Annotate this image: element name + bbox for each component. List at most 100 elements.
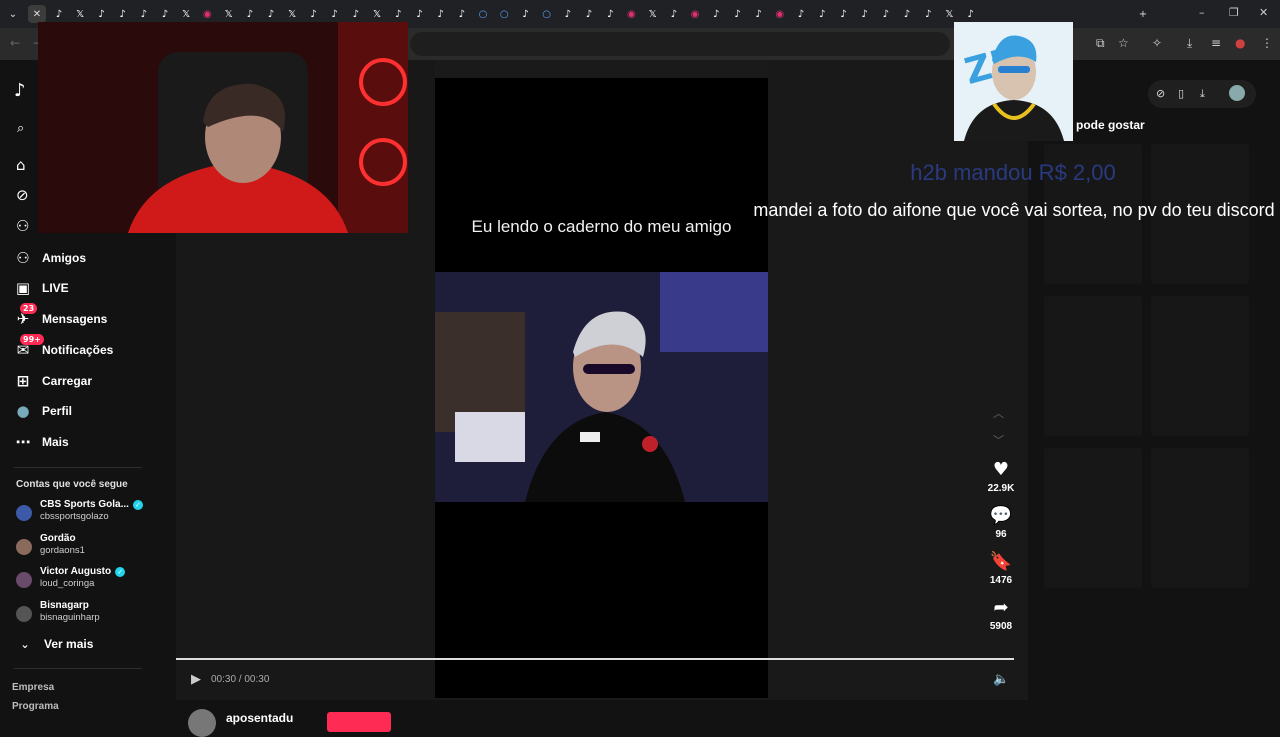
browser-tab[interactable]: 𝕏 — [368, 5, 386, 23]
browser-tab[interactable]: 𝕏 — [71, 5, 89, 23]
sidebar-item-friends[interactable]: ⚇ Amigos — [14, 247, 86, 269]
browser-tab[interactable]: ♪ — [750, 5, 768, 23]
browser-tab[interactable]: ♪ — [728, 5, 746, 23]
download-icon[interactable]: ⤓ — [1200, 87, 1205, 101]
browser-tab[interactable]: ♪ — [962, 5, 980, 23]
browser-tab[interactable]: ○ — [474, 5, 492, 23]
browser-tab[interactable]: ♪ — [453, 5, 471, 23]
browser-tab[interactable]: ○ — [495, 5, 513, 23]
browser-tab[interactable]: ♪ — [665, 5, 683, 23]
browser-tab[interactable]: ♪ — [156, 5, 174, 23]
browser-tab[interactable]: ♪ — [114, 5, 132, 23]
followed-account[interactable]: CBS Sports Gola... ✓ cbssportsgolazo — [16, 499, 143, 523]
browser-tab[interactable]: ◉ — [686, 5, 704, 23]
browser-tab[interactable]: 𝕏 — [940, 5, 958, 23]
browser-tab[interactable]: 𝕏 — [177, 5, 195, 23]
play-icon[interactable]: ▶ — [191, 672, 201, 687]
recommended-thumbnail[interactable] — [1044, 448, 1142, 588]
download-icon[interactable]: ⤓ — [1187, 36, 1192, 51]
browser-tab[interactable]: ♪ — [834, 5, 852, 23]
next-video-icon[interactable]: ﹀ — [993, 432, 1004, 448]
browser-tab[interactable]: ○ — [538, 5, 556, 23]
browser-tab[interactable]: ♪ — [813, 5, 831, 23]
footer-link-program[interactable]: Programa — [12, 701, 59, 712]
author-name[interactable]: aposentadu — [226, 711, 293, 725]
previous-video-icon[interactable]: ︿ — [993, 405, 1004, 421]
browser-tab[interactable]: ♪ — [516, 5, 534, 23]
browser-tab[interactable]: ♪ — [919, 5, 937, 23]
home-icon[interactable]: ⌂ — [16, 156, 26, 174]
close-icon[interactable]: ✕ — [33, 9, 41, 20]
browser-tab[interactable]: 𝕏 — [283, 5, 301, 23]
recommended-thumbnail[interactable] — [1151, 448, 1249, 588]
sidebar-item-notifications[interactable]: ✉ 99+ Notificações — [14, 334, 113, 361]
browser-tab[interactable]: ♪ — [707, 5, 725, 23]
browser-tab[interactable]: ♪ — [877, 5, 895, 23]
sidebar-item-messages[interactable]: ✈ 23 Mensagens — [14, 303, 107, 330]
footer-link-company[interactable]: Empresa — [12, 682, 54, 693]
compass-icon[interactable]: ⊘ — [1156, 87, 1165, 100]
browser-tab[interactable]: ♪ — [389, 5, 407, 23]
followed-account[interactable]: Gordão gordaons1 — [16, 533, 85, 557]
like-button[interactable]: ♥ 22.9K — [985, 460, 1017, 495]
tab-search-button[interactable]: ⌄ — [4, 5, 22, 23]
plus-icon: + — [1138, 8, 1148, 20]
browser-tab[interactable]: ♪ — [432, 5, 450, 23]
browser-tab[interactable]: ◉ — [622, 5, 640, 23]
extensions-icon[interactable]: ✧ — [1152, 36, 1162, 50]
profile-avatar-icon[interactable]: ● — [1235, 36, 1245, 50]
browser-tab[interactable]: ♪ — [347, 5, 365, 23]
browser-tab[interactable]: ♪ — [262, 5, 280, 23]
share-button[interactable]: ➦ 5908 — [985, 598, 1017, 633]
sidebar-item-upload[interactable]: ⊞ Carregar — [14, 370, 92, 392]
browser-tab[interactable]: ♪ — [50, 5, 68, 23]
volume-icon[interactable]: 🔈 — [993, 672, 1009, 687]
device-icon[interactable]: ▯ — [1178, 87, 1184, 100]
browser-tab[interactable]: 𝕏 — [220, 5, 238, 23]
new-tab-button[interactable]: + — [1134, 5, 1152, 23]
browser-tab[interactable]: ◉ — [771, 5, 789, 23]
browser-tab[interactable]: 𝕏 — [644, 5, 662, 23]
followed-account[interactable]: Victor Augusto ✓ loud_coringa — [16, 566, 126, 590]
comment-button[interactable]: 💬 96 — [985, 506, 1017, 541]
explore-icon[interactable]: ⊘ — [16, 186, 29, 204]
browser-tab[interactable]: ♪ — [559, 5, 577, 23]
browser-tab[interactable]: ♪ — [135, 5, 153, 23]
sidebar-item-live[interactable]: ▣ LIVE — [14, 277, 69, 299]
address-bar[interactable] — [410, 32, 950, 56]
close-window-button[interactable]: ✕ — [1259, 6, 1268, 19]
browser-tab[interactable]: ♪ — [304, 5, 322, 23]
recommended-thumbnail[interactable] — [1044, 296, 1142, 436]
see-more-button[interactable]: ⌄ Ver mais — [16, 633, 93, 655]
author-avatar[interactable] — [188, 709, 216, 737]
video-progress-bar[interactable] — [176, 658, 1014, 660]
active-tab[interactable]: ✕ — [28, 5, 46, 23]
minimize-button[interactable]: – — [1199, 6, 1205, 19]
browser-tab[interactable]: ♪ — [601, 5, 619, 23]
browser-tab[interactable]: ♪ — [792, 5, 810, 23]
browser-tab[interactable]: ♪ — [241, 5, 259, 23]
browser-tab[interactable]: ♪ — [92, 5, 110, 23]
following-icon[interactable]: ⚇ — [16, 217, 29, 235]
browser-tab[interactable]: ♪ — [326, 5, 344, 23]
browser-tab[interactable]: ♪ — [898, 5, 916, 23]
save-button[interactable]: 🔖 1476 — [985, 552, 1017, 587]
followed-account[interactable]: Bisnagarp bisnaguinharp — [16, 600, 100, 624]
media-icon[interactable]: ≡ — [1211, 36, 1221, 50]
install-app-icon[interactable]: ⧉ — [1096, 36, 1105, 51]
tiktok-logo-icon[interactable]: ♪ — [14, 80, 26, 101]
recommended-thumbnail[interactable] — [1151, 296, 1249, 436]
user-avatar[interactable] — [1229, 85, 1245, 101]
browser-tab[interactable]: ♪ — [410, 5, 428, 23]
browser-tab[interactable]: ♪ — [856, 5, 874, 23]
back-icon[interactable]: ← — [10, 36, 20, 50]
bookmark-star-icon[interactable]: ☆ — [1118, 36, 1129, 50]
menu-kebab-icon[interactable]: ⋮ — [1261, 36, 1273, 50]
sidebar-item-more[interactable]: ⋯ Mais — [14, 431, 69, 453]
follow-button[interactable] — [327, 712, 391, 732]
browser-tab[interactable]: ◉ — [198, 5, 216, 23]
search-icon[interactable]: ⌕ — [17, 121, 24, 136]
sidebar-item-profile[interactable]: ● Perfil — [14, 400, 72, 422]
browser-tab[interactable]: ♪ — [580, 5, 598, 23]
maximize-button[interactable]: ❐ — [1229, 6, 1239, 19]
